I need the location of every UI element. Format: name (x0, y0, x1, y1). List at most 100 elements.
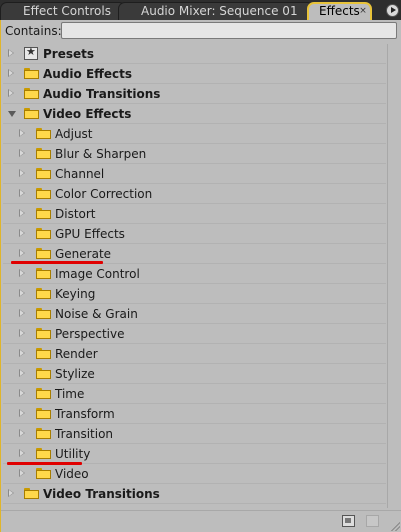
search-row: Contains: (1, 20, 401, 43)
tree-item[interactable]: Transition (3, 424, 386, 444)
folder-icon (24, 488, 39, 499)
chevron-right-icon[interactable] (19, 389, 25, 397)
tree-item-label: Stylize (55, 367, 95, 381)
folder-icon (36, 388, 51, 399)
tree-item-label: Image Control (55, 267, 140, 281)
tree-item[interactable]: Utility (3, 444, 386, 465)
tree-item[interactable]: Video (3, 464, 386, 484)
folder-icon (36, 348, 51, 359)
tree-item[interactable]: Video Effects (3, 104, 386, 124)
chevron-right-icon[interactable] (8, 69, 14, 77)
tree-item[interactable]: Audio Transitions (3, 84, 386, 104)
tree-item-label: Noise & Grain (55, 307, 138, 321)
tree-item[interactable]: Distort (3, 204, 386, 224)
chevron-right-icon[interactable] (19, 469, 25, 477)
tree-item[interactable]: Channel (3, 164, 386, 184)
folder-icon (36, 268, 51, 279)
tree-item[interactable]: Stylize (3, 364, 386, 384)
tree-item-label: Time (55, 387, 85, 401)
tab-label: Effects (319, 4, 360, 18)
tree-item[interactable]: Render (3, 344, 386, 364)
effects-content: Contains: Presets Audio Effects Audio Tran… (0, 20, 401, 532)
panel-menu-button[interactable] (386, 4, 399, 17)
folder-icon (36, 448, 51, 459)
tab-effect-controls[interactable]: Effect Controls (0, 2, 126, 20)
folder-icon (36, 208, 51, 219)
chevron-right-icon[interactable] (19, 149, 25, 157)
effects-tree: Presets Audio Effects Audio Transitions Vid… (3, 44, 386, 508)
tree-item[interactable]: Perspective (3, 324, 386, 344)
tree-item-label: Video Effects (43, 107, 132, 121)
chevron-right-icon[interactable] (19, 349, 25, 357)
tab-effects[interactable]: Effects × (307, 2, 372, 20)
chevron-right-icon[interactable] (8, 489, 14, 497)
tree-item[interactable]: Audio Effects (3, 64, 386, 84)
tab-audio-mixer[interactable]: Audio Mixer: Sequence 01 (118, 2, 314, 20)
tree-item-label: Keying (55, 287, 96, 301)
new-bin-icon[interactable] (342, 515, 355, 527)
folder-icon (36, 468, 51, 479)
chevron-right-icon[interactable] (19, 249, 25, 257)
folder-icon (36, 128, 51, 139)
chevron-right-icon[interactable] (19, 229, 25, 237)
presets-icon (24, 45, 38, 60)
tree-item-label: Blur & Sharpen (55, 147, 147, 161)
folder-icon (36, 228, 51, 239)
tree-item[interactable]: Adjust (3, 124, 386, 144)
tree-item[interactable]: Noise & Grain (3, 304, 386, 324)
tree-item-label: Video (55, 467, 89, 481)
vertical-scrollbar[interactable] (387, 44, 401, 508)
tree-item-label: Presets (43, 47, 95, 61)
chevron-right-icon[interactable] (8, 49, 14, 57)
tree-item-label: Render (55, 347, 98, 361)
tree-item-label: Perspective (55, 327, 125, 341)
panel-footer (1, 510, 401, 532)
chevron-right-icon[interactable] (8, 89, 14, 97)
tab-label: Audio Mixer: Sequence 01 (141, 4, 298, 18)
chevron-right-icon[interactable] (19, 269, 25, 277)
tree-item-label: Audio Transitions (43, 87, 161, 101)
tree-item[interactable]: Time (3, 384, 386, 404)
chevron-right-icon[interactable] (19, 309, 25, 317)
resize-grip-icon[interactable] (390, 521, 400, 531)
chevron-right-icon[interactable] (19, 189, 25, 197)
tree-item[interactable]: Generate (3, 244, 386, 264)
chevron-right-icon[interactable] (19, 169, 25, 177)
folder-icon (24, 88, 39, 99)
folder-icon (36, 168, 51, 179)
tree-item-label: Color Correction (55, 187, 153, 201)
tree-item-label: Utility (55, 447, 91, 461)
chevron-right-icon[interactable] (19, 209, 25, 217)
chevron-right-icon[interactable] (19, 449, 25, 457)
tree-item[interactable]: Video Transitions (3, 484, 386, 504)
search-input[interactable] (61, 22, 397, 39)
tree-item-label: Transform (55, 407, 115, 421)
trash-icon[interactable] (366, 515, 379, 527)
tree-item-label: GPU Effects (55, 227, 125, 241)
chevron-right-icon[interactable] (19, 289, 25, 297)
tree-item[interactable]: Presets (3, 44, 386, 64)
chevron-right-icon[interactable] (19, 369, 25, 377)
chevron-right-icon[interactable] (19, 409, 25, 417)
folder-icon (36, 328, 51, 339)
chevron-down-icon[interactable] (8, 111, 16, 117)
tree-item[interactable]: Blur & Sharpen (3, 144, 386, 164)
tree-item[interactable]: Image Control (3, 264, 386, 284)
tree-item[interactable]: Keying (3, 284, 386, 304)
close-icon[interactable]: × (359, 7, 367, 16)
tree-item-label: Transition (55, 427, 114, 441)
folder-icon (36, 308, 51, 319)
folder-icon (36, 368, 51, 379)
chevron-right-icon[interactable] (19, 129, 25, 137)
folder-icon (36, 428, 51, 439)
tree-item-label: Distort (55, 207, 96, 221)
folder-icon (36, 148, 51, 159)
tree-item[interactable]: Transform (3, 404, 386, 424)
tree-item[interactable]: Color Correction (3, 184, 386, 204)
chevron-right-icon[interactable] (19, 429, 25, 437)
effects-panel: Effect Controls Audio Mixer: Sequence 01… (0, 0, 401, 532)
tree-item[interactable]: GPU Effects (3, 224, 386, 244)
folder-icon (24, 108, 39, 119)
chevron-right-icon[interactable] (19, 329, 25, 337)
tree-item-label: Adjust (55, 127, 93, 141)
